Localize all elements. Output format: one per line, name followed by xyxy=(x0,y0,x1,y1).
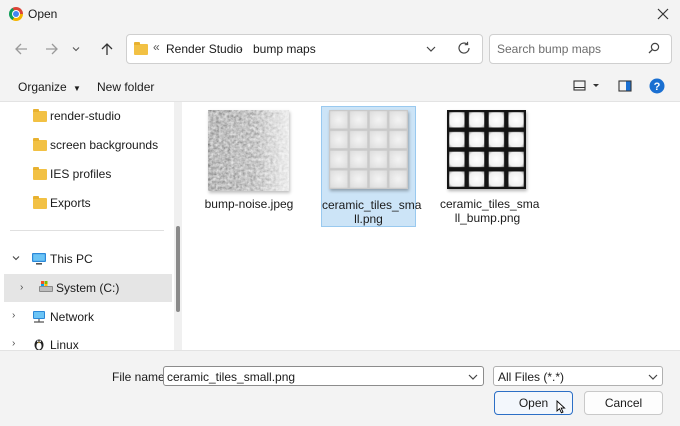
view-options-button[interactable] xyxy=(573,79,601,96)
breadcrumb-render-studio[interactable]: Render Studio xyxy=(166,42,243,56)
file-name-line-2: ll_bump.png xyxy=(454,211,521,225)
file-name-line-1: ceramic_tiles_sma xyxy=(440,197,540,211)
arrow-up-icon xyxy=(101,43,113,55)
chevron-down-icon xyxy=(426,46,436,52)
sidebar-item-label: render-studio xyxy=(50,109,121,123)
file-thumbnail xyxy=(329,110,408,189)
file-type-select[interactable]: All Files (*.*) xyxy=(493,366,663,386)
arrow-left-icon xyxy=(15,43,27,55)
file-name-history-button[interactable] xyxy=(467,371,479,386)
linux-icon xyxy=(32,337,46,350)
sidebar-item-linux[interactable]: › Linux xyxy=(0,336,172,350)
chevron-down-icon xyxy=(468,374,478,380)
sidebar-divider xyxy=(10,230,164,231)
file-type-value: All Files (*.*) xyxy=(498,370,565,384)
file-item-ceramic-tiles-small[interactable]: ceramic_tiles_sma ll.png xyxy=(321,106,422,227)
chrome-logo-icon xyxy=(9,7,23,21)
computer-icon xyxy=(31,252,47,269)
view-icon xyxy=(573,80,599,91)
sidebar-item-label: System (C:) xyxy=(56,281,120,295)
help-button[interactable]: ? xyxy=(649,78,665,97)
sidebar-item-label: Network xyxy=(50,310,95,324)
dialog-footer xyxy=(0,350,680,426)
expand-chevron-icon[interactable]: › xyxy=(12,310,15,321)
breadcrumb-overflow[interactable]: « xyxy=(153,40,160,54)
chevron-down-icon xyxy=(72,47,80,52)
collapse-chevron-icon[interactable] xyxy=(11,252,21,266)
preview-pane-icon xyxy=(618,80,632,92)
breadcrumb-separator-icon: › xyxy=(239,43,243,54)
new-folder-button[interactable]: New folder xyxy=(97,80,154,94)
recent-locations-button[interactable] xyxy=(68,38,84,60)
scrollbar-thumb[interactable] xyxy=(176,226,180,312)
folder-icon xyxy=(33,167,47,180)
file-item-bump-noise[interactable]: bump-noise.jpeg xyxy=(200,106,298,218)
cancel-button[interactable]: Cancel xyxy=(584,391,663,415)
search-input[interactable]: Search bump maps xyxy=(497,42,601,56)
folder-icon xyxy=(33,109,47,122)
sidebar-item-label: This PC xyxy=(50,252,93,266)
arrow-right-icon xyxy=(46,43,58,55)
help-icon: ? xyxy=(649,78,665,94)
sidebar-item-label: Linux xyxy=(50,338,79,350)
file-name-line-1: ceramic_tiles_sma xyxy=(322,198,422,212)
breadcrumb-bump-maps[interactable]: bump maps xyxy=(253,42,316,56)
expand-chevron-icon[interactable]: › xyxy=(20,282,23,293)
preview-pane-button[interactable] xyxy=(618,79,632,96)
network-icon xyxy=(31,310,47,327)
refresh-button[interactable] xyxy=(457,41,471,58)
address-history-button[interactable] xyxy=(425,43,437,58)
sidebar-item-label: screen backgrounds xyxy=(50,138,159,152)
sidebar-item-this-pc[interactable]: This PC xyxy=(0,249,172,269)
file-thumbnail xyxy=(208,110,289,191)
up-button[interactable] xyxy=(96,38,118,60)
close-icon xyxy=(657,8,669,20)
sidebar-item-system-c[interactable]: › System (C:) xyxy=(4,274,172,302)
file-name: bump-noise.jpeg xyxy=(204,197,294,211)
file-name-combobox[interactable]: ceramic_tiles_small.png xyxy=(163,366,484,386)
file-item-ceramic-tiles-small-bump[interactable]: ceramic_tiles_sma ll_bump.png xyxy=(440,106,540,227)
file-thumbnail xyxy=(447,110,526,189)
sidebar-item-exports[interactable]: Exports xyxy=(0,193,172,213)
forward-button[interactable] xyxy=(41,38,63,60)
sidebar-item-screen-backgrounds[interactable]: screen backgrounds xyxy=(0,135,172,155)
sidebar-item-network[interactable]: › Network xyxy=(0,307,172,327)
title-bar xyxy=(0,0,680,28)
dialog-title: Open xyxy=(28,7,58,21)
open-button-label: Open xyxy=(518,396,549,410)
file-name-input[interactable]: ceramic_tiles_small.png xyxy=(167,370,295,384)
search-icon xyxy=(648,42,660,57)
organize-button[interactable]: Organize ▼ xyxy=(18,80,81,94)
sidebar-item-render-studio[interactable]: render-studio xyxy=(0,106,172,126)
mouse-cursor-icon xyxy=(556,399,566,417)
back-button[interactable] xyxy=(10,38,32,60)
file-name-line-2: ll.png xyxy=(354,212,383,226)
sidebar-item-label: IES profiles xyxy=(50,167,112,181)
svg-text:?: ? xyxy=(654,81,661,93)
folder-icon xyxy=(134,42,148,55)
refresh-icon xyxy=(458,41,470,54)
drive-icon xyxy=(38,280,54,297)
file-name-label: File name: xyxy=(112,370,169,384)
sidebar-item-ies-profiles[interactable]: IES profiles xyxy=(0,164,172,184)
folder-icon xyxy=(33,196,47,209)
folder-icon xyxy=(33,138,47,151)
dropdown-arrow-icon: ▼ xyxy=(73,84,81,93)
organize-label: Organize xyxy=(18,80,67,94)
cancel-button-label: Cancel xyxy=(604,396,643,410)
close-button[interactable] xyxy=(650,2,676,26)
sidebar-item-label: Exports xyxy=(50,196,91,210)
expand-chevron-icon[interactable]: › xyxy=(12,338,15,349)
chevron-down-icon xyxy=(647,371,659,386)
